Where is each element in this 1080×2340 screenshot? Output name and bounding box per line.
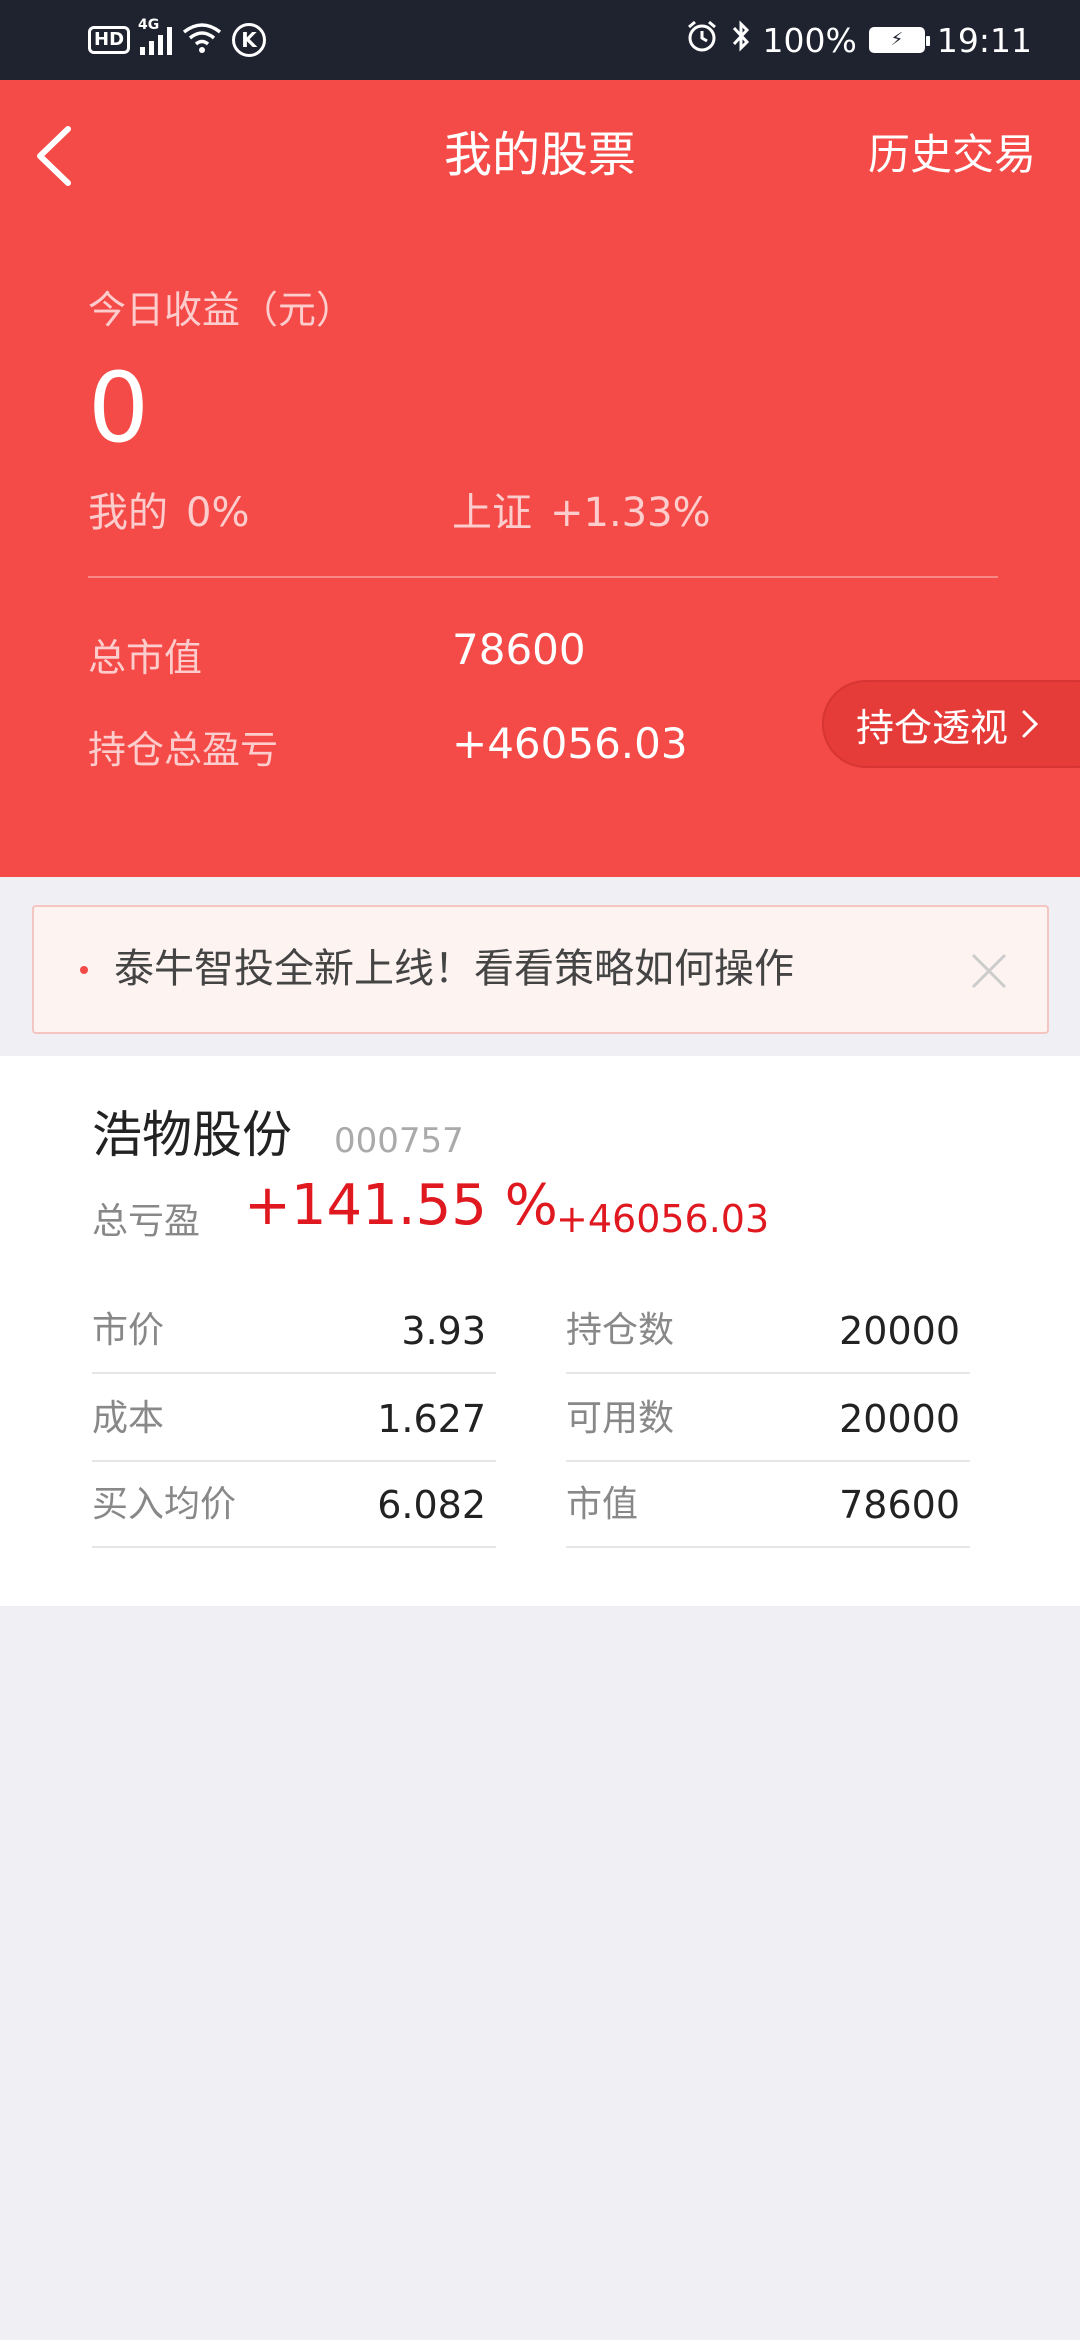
my-return: 我的 0% <box>88 478 249 548</box>
k-icon: K <box>232 23 267 57</box>
stock-name: 浩物股份 <box>92 1106 292 1164</box>
position-insight-button[interactable]: 持仓透视 <box>822 680 1080 768</box>
index-return-value: +1.33% <box>550 490 711 536</box>
my-return-value: 0% <box>186 490 250 536</box>
row-label: 持仓数 <box>566 1310 675 1351</box>
stock-code: 000757 <box>334 1121 464 1161</box>
holding-card[interactable]: 浩物股份 000757 总亏盈 +141.55 % +46056.03 市价 3… <box>0 1056 1080 1606</box>
signal-icon: 4G <box>138 17 173 55</box>
table-row: 成本 1.627 <box>92 1376 496 1462</box>
row-label: 成本 <box>92 1398 165 1439</box>
clock: 19:11 <box>936 20 1032 60</box>
total-pl-label: 总亏盈 <box>92 1201 201 1242</box>
battery-percent: 100% <box>762 20 857 60</box>
battery-icon: ⚡ <box>868 27 930 53</box>
promo-banner[interactable]: 泰牛智投全新上线！看看策略如何操作 <box>32 905 1049 1034</box>
index-return-label: 上证 <box>452 490 532 536</box>
today-earnings-label: 今日收益（元） <box>88 288 355 332</box>
hd-icon: HD <box>88 26 131 54</box>
status-bar: HD 4G K 100% ⚡ 19:11 <box>0 0 1080 80</box>
wifi-icon <box>182 22 222 58</box>
total-pl-amount: +46056.03 <box>556 1197 770 1241</box>
row-label: 市值 <box>566 1484 639 1525</box>
table-row: 可用数 20000 <box>566 1376 970 1462</box>
portfolio-header: 我的股票 历史交易 今日收益（元） 0 我的 0% 上证 +1.33% 总市值 78… <box>0 80 1080 877</box>
row-label: 可用数 <box>566 1398 675 1439</box>
position-insight-label: 持仓透视 <box>856 705 1009 750</box>
row-value: 20000 <box>839 1309 960 1353</box>
history-trades-link[interactable]: 历史交易 <box>868 110 1036 200</box>
chevron-right-icon <box>1022 710 1039 738</box>
today-earnings-value: 0 <box>88 352 150 464</box>
divider <box>88 576 998 578</box>
total-pl-percent: +141.55 % <box>244 1173 558 1238</box>
status-left: HD 4G K <box>88 0 267 80</box>
network-type-label: 4G <box>138 17 160 33</box>
total-pl-value: +46056.03 <box>452 719 688 768</box>
row-value: 78600 <box>839 1483 960 1527</box>
bluetooth-icon <box>731 19 751 61</box>
row-value: 6.082 <box>377 1483 486 1527</box>
promo-text: 泰牛智投全新上线！看看策略如何操作 <box>114 946 794 992</box>
market-value-label: 总市值 <box>88 636 203 680</box>
status-right: 100% ⚡ 19:11 <box>685 0 1032 80</box>
row-label: 市价 <box>92 1310 165 1351</box>
row-value: 3.93 <box>401 1309 486 1353</box>
index-return: 上证 +1.33% <box>452 478 711 548</box>
table-row: 市值 78600 <box>566 1462 970 1548</box>
table-row: 持仓数 20000 <box>566 1288 970 1374</box>
total-pl-label: 持仓总盈亏 <box>88 728 279 772</box>
row-label: 买入均价 <box>92 1484 237 1525</box>
close-icon[interactable] <box>969 951 1009 991</box>
market-value: 78600 <box>452 625 586 674</box>
row-value: 1.627 <box>377 1397 486 1441</box>
row-value: 20000 <box>839 1397 960 1441</box>
bullet-dot <box>80 966 88 974</box>
table-row: 市价 3.93 <box>92 1288 496 1374</box>
my-return-label: 我的 <box>88 490 168 536</box>
alarm-icon <box>685 19 719 61</box>
table-row: 买入均价 6.082 <box>92 1462 496 1548</box>
